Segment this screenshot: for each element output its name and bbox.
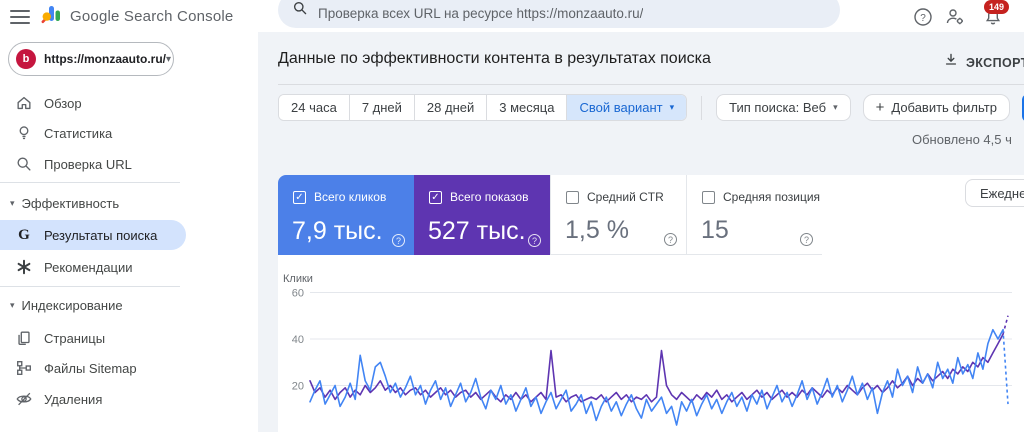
help-button[interactable]: ? — [912, 6, 934, 28]
pages-icon — [15, 329, 33, 347]
range-28d-button[interactable]: 28 дней — [414, 95, 488, 120]
site-favicon: b — [16, 49, 36, 69]
chevron-down-icon: ▾ — [166, 53, 172, 65]
user-settings-button[interactable] — [944, 6, 966, 28]
chevron-down-icon: ▾ — [10, 197, 15, 208]
property-url: https://monzaauto.ru/ — [44, 52, 166, 66]
search-placeholder: Проверка всех URL на ресурсе https://mon… — [318, 6, 644, 21]
add-filter-button[interactable]: + Добавить фильтр — [862, 94, 1010, 121]
checkbox-unchecked[interactable] — [702, 190, 715, 204]
search-type-dropdown[interactable]: Тип поиска: Веб ▾ — [716, 94, 851, 121]
performance-chart: 20 40 60 Клики — [283, 273, 1012, 426]
y-tick-label: 20 — [292, 381, 304, 393]
help-icon[interactable]: ? — [528, 234, 541, 247]
section-indexing[interactable]: ▾ Индексирование — [0, 292, 220, 318]
sidebar-divider — [0, 182, 180, 183]
lightbulb-icon — [15, 124, 33, 142]
home-icon — [15, 94, 33, 112]
export-button[interactable]: ЭКСПОРТИРОВАТЬ — [943, 52, 1024, 73]
sitemap-icon — [15, 359, 33, 377]
help-icon[interactable]: ? — [800, 233, 813, 246]
checkbox-checked[interactable]: ✓ — [429, 190, 442, 204]
filter-toolbar: 24 часа 7 дней 28 дней 3 месяца Свой вар… — [278, 93, 1024, 122]
chevron-down-icon: ▾ — [833, 102, 838, 112]
sidebar-item-insights[interactable]: Статистика — [0, 118, 220, 148]
sidebar-item-search-results[interactable]: G Результаты поиска — [0, 220, 186, 250]
app-logo[interactable]: Google Search Console — [40, 3, 233, 30]
plus-icon: + — [875, 99, 885, 116]
sidebar-item-url-inspection[interactable]: Проверка URL — [0, 149, 220, 179]
y-tick-label: 60 — [292, 288, 304, 300]
y-axis-label: Клики — [283, 273, 313, 285]
url-inspection-search-input[interactable]: Проверка всех URL на ресурсе https://mon… — [278, 0, 840, 28]
sidebar-divider — [0, 286, 180, 287]
metric-cards: ✓ Всего кликов 7,9 тыс. ? ✓ Всего показо… — [278, 175, 822, 255]
metric-card-average-ctr[interactable]: Средний CTR 1,5 % ? — [550, 175, 686, 255]
eye-slash-icon — [15, 390, 33, 408]
granularity-dropdown[interactable]: Ежедневно — [965, 179, 1024, 207]
sidebar-item-recommendations[interactable]: Рекомендации — [0, 252, 220, 282]
toolbar-divider — [701, 95, 703, 120]
app-title: Google Search Console — [70, 8, 234, 25]
title-divider — [278, 84, 1024, 85]
sidebar-item-sitemaps[interactable]: Файлы Sitemap — [0, 353, 220, 383]
spark-asterisk-icon — [15, 258, 33, 276]
range-24h-button[interactable]: 24 часа — [279, 95, 350, 120]
page-title: Данные по эффективности контента в резул… — [278, 50, 711, 67]
range-7d-button[interactable]: 7 дней — [349, 95, 415, 120]
section-performance[interactable]: ▾ Эффективность — [0, 190, 220, 216]
svg-text:?: ? — [920, 13, 926, 24]
y-tick-label: 40 — [292, 334, 304, 346]
search-console-logo-icon — [40, 3, 62, 30]
chevron-down-icon: ▾ — [669, 102, 675, 112]
main-content: Данные по эффективности контента в резул… — [258, 32, 1024, 432]
help-icon[interactable]: ? — [392, 234, 405, 247]
top-header: Google Search Console Проверка всех URL … — [0, 0, 1024, 32]
range-3m-button[interactable]: 3 месяца — [487, 95, 568, 120]
help-icon[interactable]: ? — [664, 233, 677, 246]
range-custom-button[interactable]: Свой вариант ▾ — [567, 95, 687, 120]
search-icon — [292, 0, 308, 21]
report-panel: ✓ Всего кликов 7,9 тыс. ? ✓ Всего показо… — [278, 175, 1024, 432]
chevron-down-icon: ▾ — [10, 299, 15, 310]
notification-badge: 149 — [984, 0, 1010, 14]
checkbox-checked[interactable]: ✓ — [293, 190, 306, 204]
sidebar-item-removals[interactable]: Удаления — [0, 384, 220, 414]
google-search-console-app: Google Search Console Проверка всех URL … — [0, 0, 1024, 432]
metric-card-total-impressions[interactable]: ✓ Всего показов 527 тыс. ? — [414, 175, 550, 255]
metric-card-average-position[interactable]: Средняя позиция 15 ? — [686, 175, 822, 255]
hamburger-menu-icon[interactable] — [10, 6, 30, 24]
date-range-group: 24 часа 7 дней 28 дней 3 месяца Свой вар… — [278, 94, 688, 121]
sidebar: b https://monzaauto.ru/ ▾ Обзор Статисти… — [0, 32, 258, 432]
updated-timestamp: Обновлено 4,5 ч — [912, 132, 1012, 147]
series-line-Всего кликов — [309, 328, 1004, 426]
magnifier-icon — [15, 155, 33, 173]
download-icon — [943, 52, 959, 73]
sidebar-item-overview[interactable]: Обзор — [0, 88, 220, 118]
google-g-icon: G — [18, 226, 30, 243]
sidebar-item-pages[interactable]: Страницы — [0, 323, 220, 353]
property-selector[interactable]: b https://monzaauto.ru/ ▾ — [8, 42, 174, 76]
checkbox-unchecked[interactable] — [566, 190, 579, 204]
series-line-dashed-Всего кликов — [1002, 329, 1009, 405]
metric-card-total-clicks[interactable]: ✓ Всего кликов 7,9 тыс. ? — [278, 175, 414, 255]
